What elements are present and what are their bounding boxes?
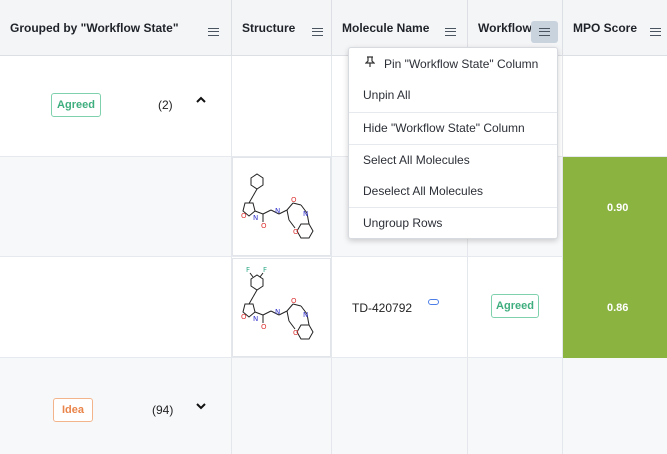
menu-icon — [312, 28, 323, 36]
column-context-menu: Pin "Workflow State" Column Unpin All Hi… — [348, 47, 558, 239]
svg-text:O: O — [291, 297, 297, 305]
molecule-structure-image[interactable]: F F O O O O N N N — [232, 258, 331, 357]
svg-text:O: O — [261, 323, 267, 331]
menu-item-deselect-all[interactable]: Deselect All Molecules — [349, 175, 557, 206]
menu-item-label: Select All Molecules — [363, 153, 470, 167]
menu-item-label: Hide "Workflow State" Column — [363, 121, 525, 135]
header-molecule-name-label: Molecule Name — [342, 21, 430, 35]
status-badge-agreed: Agreed — [491, 294, 539, 318]
svg-text:O: O — [241, 212, 247, 220]
header-mpo-score-label: MPO Score — [573, 21, 638, 35]
svg-text:F: F — [263, 266, 267, 274]
header-workflow-label: Workflow — [478, 21, 532, 35]
group-column-menu-button[interactable] — [200, 21, 227, 43]
molecule-name[interactable]: TD-420792 — [352, 301, 412, 315]
menu-item-label: Deselect All Molecules — [363, 183, 484, 198]
mpo-score-cell[interactable]: 0.86 — [563, 257, 667, 358]
svg-text:N: N — [275, 207, 280, 215]
menu-item-pin-column[interactable]: Pin "Workflow State" Column — [349, 48, 557, 79]
menu-icon — [445, 28, 456, 36]
status-badge-agreed: Agreed — [51, 93, 101, 117]
svg-text:O: O — [293, 228, 299, 236]
chevron-down-icon[interactable] — [195, 401, 207, 414]
group-count: (2) — [158, 98, 173, 112]
data-grid: Grouped by "Workflow State" Structure Mo… — [0, 0, 667, 454]
link-icon[interactable] — [428, 299, 439, 305]
svg-text:O: O — [241, 313, 247, 321]
menu-icon — [650, 28, 661, 36]
molecule-column-menu-button[interactable] — [437, 21, 464, 43]
menu-item-label: Ungroup Rows — [363, 216, 443, 230]
svg-text:O: O — [261, 222, 267, 230]
group-row-idea[interactable] — [0, 358, 667, 454]
grid-header: Grouped by "Workflow State" Structure Mo… — [0, 0, 667, 56]
svg-text:O: O — [291, 196, 297, 204]
header-structure-label: Structure — [242, 21, 296, 35]
menu-item-label: Unpin All — [363, 87, 411, 102]
svg-text:N: N — [253, 214, 258, 222]
structure-column-menu-button[interactable] — [304, 21, 331, 43]
pin-icon — [363, 56, 377, 71]
mpo-score-cell[interactable]: 0.90 — [563, 157, 667, 257]
menu-item-unpin-all[interactable]: Unpin All — [349, 79, 557, 110]
header-grouped-by[interactable]: Grouped by "Workflow State" — [0, 0, 232, 56]
header-grouped-by-label: Grouped by "Workflow State" — [10, 21, 179, 35]
menu-item-hide-column[interactable]: Hide "Workflow State" Column — [349, 112, 557, 143]
mpo-column-menu-button[interactable] — [642, 21, 667, 43]
menu-icon — [208, 28, 219, 36]
molecule-structure-image[interactable]: O O O O N N N — [232, 157, 331, 256]
group-count: (94) — [152, 403, 174, 417]
menu-item-label: Pin "Workflow State" Column — [384, 56, 539, 71]
mpo-score-value: 0.90 — [607, 202, 629, 214]
svg-text:F: F — [246, 266, 250, 274]
workflow-column-menu-button[interactable] — [531, 21, 558, 43]
menu-item-ungroup-rows[interactable]: Ungroup Rows — [349, 207, 557, 238]
menu-icon — [539, 28, 550, 36]
svg-text:N: N — [253, 315, 258, 323]
svg-text:N: N — [275, 308, 280, 316]
svg-text:N: N — [303, 210, 308, 218]
mpo-score-value: 0.86 — [607, 302, 629, 314]
svg-text:O: O — [293, 329, 299, 337]
svg-text:N: N — [303, 311, 308, 319]
menu-item-select-all[interactable]: Select All Molecules — [349, 144, 557, 175]
status-badge-idea: Idea — [53, 398, 93, 422]
chevron-up-icon[interactable] — [195, 95, 207, 108]
